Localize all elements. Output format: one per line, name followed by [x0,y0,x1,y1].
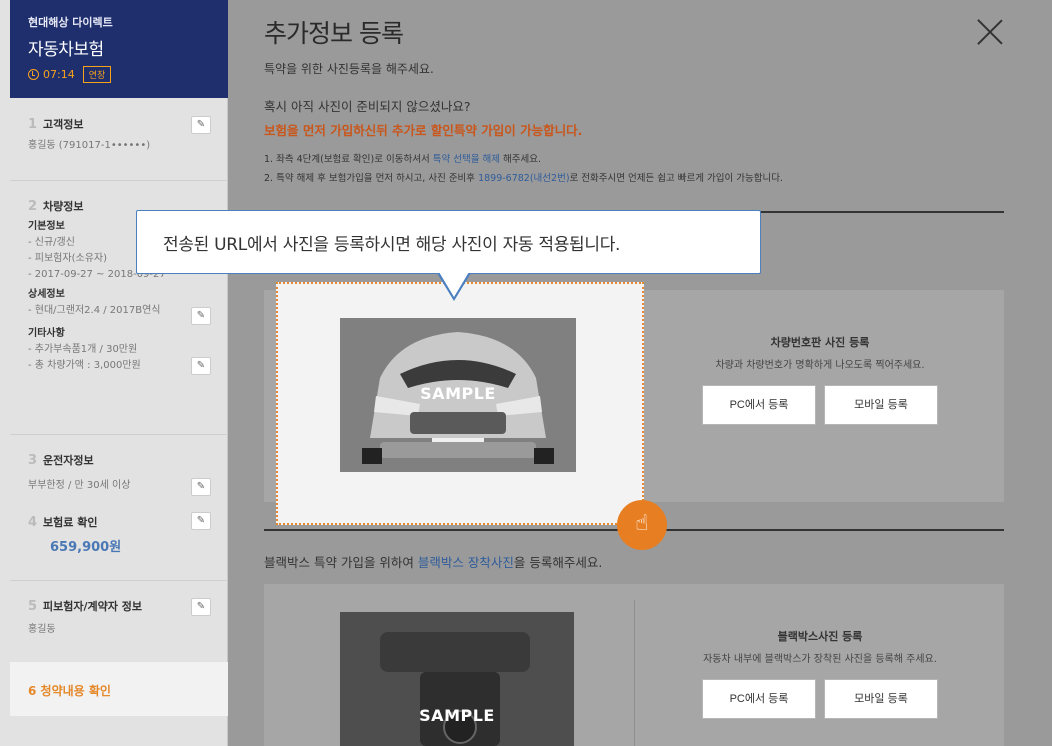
product-title: 자동차보험 [28,40,104,60]
section-title: 청약내용 확인 [40,684,111,698]
car-sample-photo: SAMPLE [340,318,576,472]
highlighted-photo-area: SAMPLE [276,282,644,525]
note-2: 2. 특약 해제 후 보험가입을 먼저 하시고, 사진 준비후 1899-678… [264,173,783,184]
sample-label: SAMPLE [420,384,496,403]
section-title: 운전자정보 [43,454,94,467]
divider [10,580,228,581]
plate-upload-area: 차량번호판 사진 등록 차량과 차량번호가 명확하게 나오도록 찍어주세요. P… [636,334,1004,425]
blackbox-mobile-upload-button[interactable]: 모바일 등록 [824,679,938,719]
note-1: 1. 좌측 4단계(보험료 확인)로 이동하셔서 특약 선택을 해제 해주세요. [264,154,541,165]
tooltip-arrow-fill [439,272,469,297]
edit-icon[interactable]: ✎ [191,357,211,375]
sidebar: 현대해상 다이렉트 자동차보험 07:14 연장 1 고객정보 홍길동 (7910… [0,0,228,746]
deselect-rider-link[interactable]: 특약 선택을 해제 [433,154,500,165]
section-title: 고객정보 [43,118,84,131]
tap-hand-icon: ☝ [617,500,667,550]
blackbox-illustration [340,612,574,746]
sample-label: SAMPLE [419,706,495,725]
sidebar-item-review[interactable]: 6 청약내용 확인 [10,662,228,716]
customer-info: 홍길동 (791017-1••••••) [28,140,151,151]
blackbox-desc: 자동차 내부에 블랙박스가 장착된 사진을 등록해 주세요. [703,654,937,665]
section-title: 보험료 확인 [43,516,98,529]
page-subtitle: 특약을 위한 사진등록을 해주세요. [264,62,434,76]
detail-info-title: 상세정보 [28,289,65,300]
insured-info: 홍길동 [28,624,56,635]
clock-icon [28,69,39,80]
blackbox-upload-area: 블랙박스사진 등록 자동차 내부에 블랙박스가 장착된 사진을 등록해 주세요.… [636,628,1004,719]
edit-icon[interactable]: ✎ [191,307,211,325]
blackbox-sample-photo: SAMPLE [340,612,574,746]
edit-icon[interactable]: ✎ [191,116,211,134]
divider [10,434,228,435]
extend-button[interactable]: 연장 [82,66,112,83]
blackbox-prompt: 블랙박스 특약 가입을 위하여 블랙박스 장착사진을 등록해주세요. [264,555,603,570]
driver-info: 부부한정 / 만 30세 이상 [28,480,131,491]
plate-mobile-upload-button[interactable]: 모바일 등록 [824,385,938,425]
divider [10,180,228,181]
etc-info-title: 기타사항 [28,328,65,339]
phone-link[interactable]: 1899-6782(내선2번) [478,173,569,184]
session-timer: 07:14 연장 [28,66,210,83]
edit-icon[interactable]: ✎ [191,478,211,496]
detail-info-line: - 현대/그랜저2.4 / 2017B연식 [28,305,161,316]
timer-value: 07:14 [43,68,75,81]
question-hint: 보험을 먼저 가입하신뒤 추가로 할인특약 가입이 가능합니다. [264,123,583,138]
close-icon[interactable] [976,18,1004,46]
sidebar-header: 현대해상 다이렉트 자동차보험 07:14 연장 [10,0,228,98]
page-title: 추가정보 등록 [264,19,404,48]
edit-icon[interactable]: ✎ [191,512,211,530]
upload-tooltip: 전송된 URL에서 사진을 등록하시면 해당 사진이 자동 적용됩니다. [136,210,761,274]
section-title: 차량정보 [43,200,84,213]
edit-icon[interactable]: ✎ [191,598,211,616]
brand-name: 현대해상 다이렉트 [28,16,113,29]
blackbox-photo-link[interactable]: 블랙박스 장착사진 [418,555,514,570]
question-text: 혹시 아직 사진이 준비되지 않으셨나요? [264,99,471,114]
blackbox-pc-upload-button[interactable]: PC에서 등록 [702,679,816,719]
blackbox-title: 블랙박스사진 등록 [777,630,863,643]
plate-desc: 차량과 차량번호가 명확하게 나오도록 찍어주세요. [715,360,925,371]
section-title: 피보험자/계약자 정보 [43,600,142,613]
plate-pc-upload-button[interactable]: PC에서 등록 [702,385,816,425]
divider [634,600,635,746]
etc-info-line: - 추가부속품1개 / 30만원 [28,344,138,355]
notes: 1. 좌측 4단계(보험료 확인)로 이동하셔서 특약 선택을 해제 해주세요.… [264,150,783,188]
premium-price: 659,900원 [50,540,122,555]
plate-title: 차량번호판 사진 등록 [770,336,870,349]
etc-info-line: - 총 차량가액 : 3,000만원 [28,360,141,371]
